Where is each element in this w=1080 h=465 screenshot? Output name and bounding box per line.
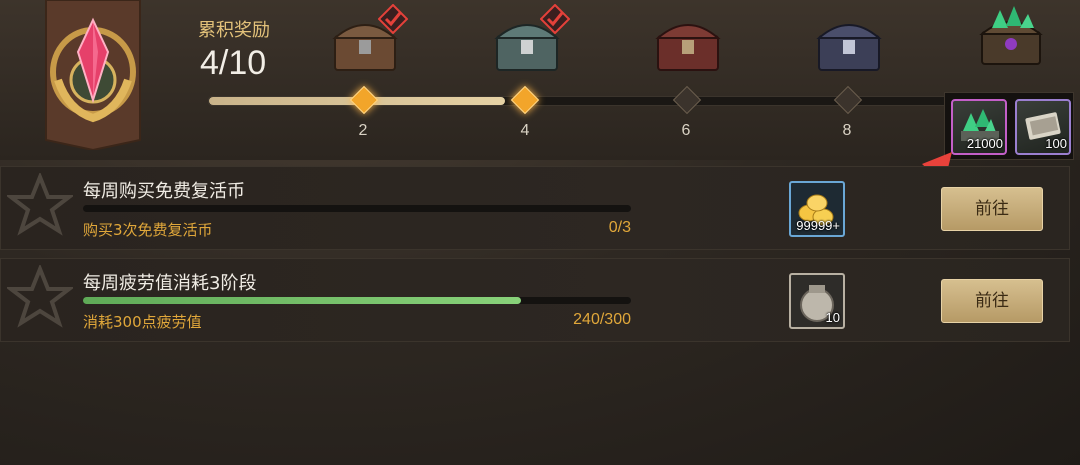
reward-quantity: 99999+ [796,218,840,233]
go-button[interactable]: 前往 [941,279,1043,323]
tick-label: 4 [520,122,530,139]
reward-item[interactable]: 100 [1015,99,1071,155]
star-badge-icon [7,173,73,236]
reward-quantity: 21000 [966,136,1003,151]
reward-progress-count: 4/10 [200,44,267,82]
task-row: 每周疲劳值消耗3阶段 消耗300点疲劳值 240/300 10 前往 [0,258,1070,342]
chest-3-icon[interactable] [653,12,723,74]
tick-label: 8 [842,122,852,139]
chest-4-icon[interactable] [814,12,884,74]
star-badge-icon [7,265,73,328]
go-button[interactable]: 前往 [941,187,1043,231]
task-progress-fill [83,297,522,304]
task-title: 每周购买免费复活币 [83,181,245,202]
task-reward-item[interactable]: 10 [789,273,845,329]
claimed-check-icon [540,4,570,34]
final-chest-icon[interactable] [976,6,1046,68]
task-title: 每周疲劳值消耗3阶段 [83,273,257,294]
claimed-check-icon [378,4,408,34]
rank-emblem-icon [45,0,141,150]
reward-item[interactable]: 21000 [951,99,1007,155]
tick-label: 2 [358,122,368,139]
reward-quantity: 100 [1045,136,1067,151]
final-chest-rewards-panel: 21000 100 [944,92,1074,160]
task-count: 0/3 [608,219,631,236]
task-row: 每周购买免费复活币 购买3次免费复活币 0/3 99999+ 前往 [0,166,1070,250]
task-progress-bar [83,297,631,304]
task-reward-item[interactable]: 99999+ [789,181,845,237]
task-progress-bar [83,205,631,212]
reward-quantity: 10 [825,310,840,325]
task-count: 240/300 [573,311,631,328]
task-description: 消耗300点疲劳值 [83,313,202,331]
task-description: 购买3次免费复活币 [83,221,213,239]
tick-label: 6 [681,122,691,139]
cumulative-reward-label: 累积奖励 [198,20,270,41]
